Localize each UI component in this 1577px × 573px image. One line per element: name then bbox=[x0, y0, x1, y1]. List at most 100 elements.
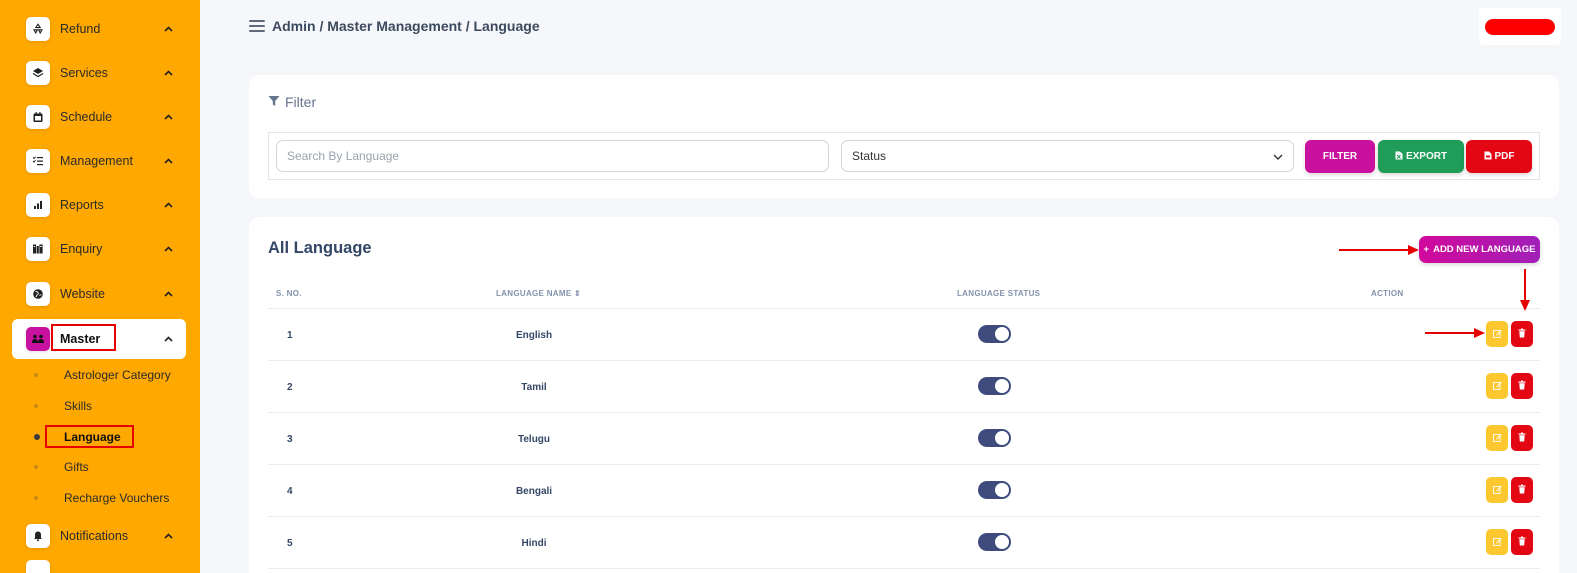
status-select-value: Status bbox=[852, 149, 887, 163]
delete-button[interactable] bbox=[1511, 373, 1533, 399]
chevron-up-icon bbox=[162, 533, 174, 539]
sidebar-item-schedule[interactable]: Schedule bbox=[12, 97, 186, 137]
sidebar-item-website[interactable]: Website bbox=[12, 274, 186, 314]
cell-sno: 2 bbox=[287, 381, 293, 393]
edit-button[interactable] bbox=[1486, 425, 1508, 451]
status-select[interactable]: Status bbox=[841, 140, 1294, 172]
delete-button[interactable] bbox=[1511, 321, 1533, 347]
filter-card: Filter Status FILTER EXPORT PDF bbox=[249, 75, 1559, 198]
add-new-language-button[interactable]: + ADD NEW LANGUAGE bbox=[1419, 236, 1540, 263]
edit-icon bbox=[1492, 429, 1502, 447]
chevron-up-icon bbox=[162, 291, 174, 297]
annotation-box-master bbox=[51, 324, 116, 351]
table-row: 2 Tamil bbox=[268, 361, 1540, 413]
sort-icon: ⇕ bbox=[574, 289, 582, 298]
sidebar-item-label: Refund bbox=[60, 22, 101, 36]
filter-title-label: Filter bbox=[285, 94, 317, 110]
edit-button[interactable] bbox=[1486, 477, 1508, 503]
status-toggle[interactable] bbox=[978, 325, 1011, 343]
delete-button[interactable] bbox=[1511, 477, 1533, 503]
chevron-up-icon bbox=[162, 158, 174, 164]
sidebar-item-refund[interactable]: Refund bbox=[12, 9, 186, 49]
sidebar-subitem-skills[interactable]: Skills bbox=[34, 396, 92, 416]
sidebar-item-label: Services bbox=[60, 66, 108, 80]
filter-button[interactable]: FILTER bbox=[1305, 140, 1375, 173]
edit-button[interactable] bbox=[1486, 373, 1508, 399]
hamburger-menu-icon[interactable] bbox=[249, 20, 265, 32]
table-row: 3 Telugu bbox=[268, 413, 1540, 465]
chevron-up-icon bbox=[162, 246, 174, 252]
table-row: 5 Hindi bbox=[268, 517, 1540, 569]
user-profile-button[interactable] bbox=[1479, 8, 1561, 45]
status-toggle[interactable] bbox=[978, 533, 1011, 551]
annotation-arrow-right bbox=[1339, 245, 1419, 255]
toggle-knob bbox=[995, 379, 1009, 393]
cell-sno: 5 bbox=[287, 537, 293, 549]
chevron-up-icon bbox=[162, 202, 174, 208]
trash-icon bbox=[1518, 533, 1526, 551]
cell-sno: 3 bbox=[287, 433, 293, 445]
delete-button[interactable] bbox=[1511, 425, 1533, 451]
sidebar-item-label: Schedule bbox=[60, 110, 113, 124]
status-toggle[interactable] bbox=[978, 377, 1011, 395]
pdf-button[interactable]: PDF bbox=[1466, 140, 1532, 173]
column-header-language-status: LANGUAGE STATUS bbox=[957, 289, 1041, 298]
column-header-language-name[interactable]: LANGUAGE NAME ⇕ bbox=[496, 289, 581, 298]
globe-icon bbox=[26, 282, 50, 306]
search-input[interactable] bbox=[276, 140, 829, 172]
sidebar-item-label: Website bbox=[60, 287, 105, 301]
filter-button-label: FILTER bbox=[1322, 151, 1358, 162]
export-button[interactable]: EXPORT bbox=[1378, 140, 1464, 173]
delete-button[interactable] bbox=[1511, 529, 1533, 555]
sidebar-item-label: Management bbox=[60, 154, 133, 168]
cell-language-name: Bengali bbox=[515, 485, 553, 497]
table-row: 4 Bengali bbox=[268, 465, 1540, 517]
status-toggle[interactable] bbox=[978, 429, 1011, 447]
bullet-dot bbox=[34, 465, 38, 469]
export-button-label: EXPORT bbox=[1405, 151, 1448, 162]
add-button-label: ADD NEW LANGUAGE bbox=[1433, 244, 1536, 255]
checklist-icon bbox=[26, 149, 50, 173]
sidebar-item-notifications[interactable]: Notifications bbox=[12, 516, 186, 556]
sidebar-subitem-recharge-vouchers[interactable]: Recharge Vouchers bbox=[34, 488, 169, 508]
bullet-dot bbox=[34, 434, 40, 440]
bar-chart-icon bbox=[26, 193, 50, 217]
toggle-knob bbox=[995, 327, 1009, 341]
sidebar-item-management[interactable]: Management bbox=[12, 141, 186, 181]
sidebar-subitem-astrologer-category[interactable]: Astrologer Category bbox=[34, 365, 171, 385]
sidebar-subitem-label: Gifts bbox=[64, 460, 89, 474]
sidebar-subitem-label: Recharge Vouchers bbox=[64, 491, 170, 505]
bullet-dot bbox=[34, 404, 38, 408]
file-excel-icon bbox=[1395, 151, 1403, 163]
sidebar-item-next[interactable] bbox=[12, 560, 186, 573]
edit-button[interactable] bbox=[1486, 321, 1508, 347]
sidebar: Refund Services Schedule Management Repo… bbox=[0, 0, 200, 573]
cell-language-name: English bbox=[515, 329, 553, 341]
cut-off-icon bbox=[26, 560, 50, 573]
edit-icon bbox=[1492, 377, 1502, 395]
sidebar-item-label: Enquiry bbox=[60, 242, 103, 256]
plus-icon: + bbox=[1423, 244, 1430, 255]
bullet-dot bbox=[34, 496, 38, 500]
sidebar-subitem-gifts[interactable]: Gifts bbox=[34, 457, 89, 477]
users-icon bbox=[26, 327, 50, 351]
trash-icon bbox=[1518, 429, 1526, 447]
chevron-up-icon bbox=[162, 70, 174, 76]
sidebar-item-enquiry[interactable]: Enquiry bbox=[12, 229, 186, 269]
column-header-action: ACTION bbox=[1371, 289, 1404, 298]
book-icon bbox=[26, 237, 50, 261]
cell-language-name: Telugu bbox=[517, 433, 551, 445]
sidebar-item-reports[interactable]: Reports bbox=[12, 185, 186, 225]
sidebar-subitem-label: Astrologer Category bbox=[64, 368, 171, 382]
recycle-icon bbox=[26, 17, 50, 41]
sidebar-item-services[interactable]: Services bbox=[12, 53, 186, 93]
trash-icon bbox=[1518, 377, 1526, 395]
edit-icon bbox=[1492, 533, 1502, 551]
annotation-arrow-down bbox=[1520, 269, 1530, 311]
bullet-dot bbox=[34, 373, 38, 377]
status-toggle[interactable] bbox=[978, 481, 1011, 499]
toggle-knob bbox=[995, 483, 1009, 497]
edit-button[interactable] bbox=[1486, 529, 1508, 555]
cell-sno: 4 bbox=[287, 485, 293, 497]
breadcrumb: Admin / Master Management / Language bbox=[272, 18, 540, 34]
